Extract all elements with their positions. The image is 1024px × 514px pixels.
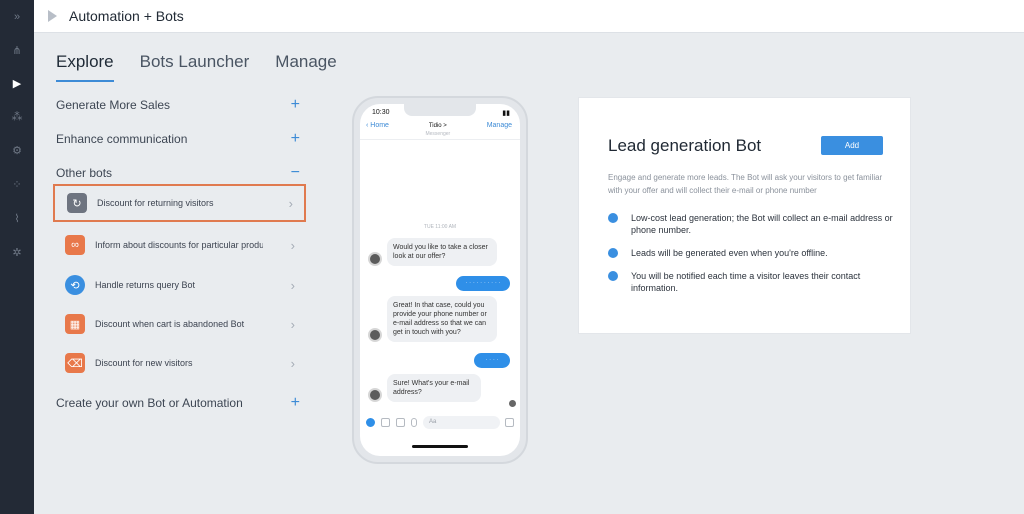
bot-item-inform-discounts[interactable]: ∞ Inform about discounts for particular … xyxy=(53,226,306,264)
bot-label: Handle returns query Bot xyxy=(95,280,196,290)
read-receipt-icon xyxy=(509,400,516,407)
return-icon: ⟲ xyxy=(65,275,85,295)
play-icon xyxy=(48,10,57,22)
gear-icon[interactable]: ⚙ xyxy=(0,140,34,160)
phone-preview: 10:30 ▮▮ ‹ Home Tidio > Messenger Manage… xyxy=(352,96,528,464)
section-label: Generate More Sales xyxy=(56,98,171,112)
bot-detail-card: Lead generation Bot Add Engage and gener… xyxy=(578,97,911,334)
section-enhance-communication[interactable]: Enhance communication + xyxy=(56,131,300,147)
chevron-right-icon: › xyxy=(290,237,295,253)
tab-manage[interactable]: Manage xyxy=(275,52,336,82)
tab-bar: Explore Bots Launcher Manage xyxy=(56,52,363,82)
phone-screen: 10:30 ▮▮ ‹ Home Tidio > Messenger Manage… xyxy=(360,104,520,456)
chat-subtitle: Messenger xyxy=(425,131,451,137)
plus-circle-icon[interactable] xyxy=(366,417,375,427)
user-reply-bubble: · · · · xyxy=(474,353,510,368)
mic-icon[interactable] xyxy=(411,417,417,427)
feature-text: Leads will be generated even when you're… xyxy=(631,248,828,258)
plus-icon[interactable]: + xyxy=(291,97,300,113)
home-indicator xyxy=(412,445,468,448)
add-button[interactable]: Add xyxy=(821,136,883,155)
page-title: Automation + Bots xyxy=(69,8,184,24)
nav-center: Tidio > Messenger xyxy=(425,122,450,138)
avatar xyxy=(368,328,382,342)
bot-item-new-visitors[interactable]: ⌫ Discount for new visitors › xyxy=(53,344,306,382)
bot-title: Lead generation Bot xyxy=(608,136,762,155)
bot-message: Would you like to take a closer look at … xyxy=(368,238,497,266)
bot-description: Engage and generate more leads. The Bot … xyxy=(608,173,883,195)
avatar xyxy=(368,388,382,402)
user-reply-bubble: · · · · · · · · · · xyxy=(456,276,510,291)
tag-icon: ⌫ xyxy=(65,353,85,373)
phone-notch xyxy=(404,104,476,116)
refresh-icon: ↻ xyxy=(67,193,87,213)
message-input[interactable]: Aa xyxy=(423,415,500,429)
avatar xyxy=(368,252,382,266)
bot-item-discount-returning-visitors[interactable]: ↻ Discount for returning visitors › xyxy=(53,184,306,222)
chevron-right-icon: › xyxy=(288,195,293,211)
collapse-icon[interactable]: » xyxy=(0,7,34,27)
chat-name: Tidio > xyxy=(428,123,447,129)
message-composer: Aa xyxy=(360,414,520,430)
section-label: Enhance communication xyxy=(56,132,188,146)
feature-list: Low-cost lead generation; the Bot will c… xyxy=(608,212,893,305)
link-icon: ∞ xyxy=(65,235,85,255)
tab-bots-launcher[interactable]: Bots Launcher xyxy=(140,52,250,82)
bot-label: Discount when cart is abandoned Bot xyxy=(95,319,245,329)
plus-icon[interactable]: + xyxy=(291,131,300,147)
section-create-own-bot[interactable]: Create your own Bot or Automation + xyxy=(56,395,300,411)
nav-manage-link[interactable]: Manage xyxy=(487,122,512,129)
feature-text: You will be notified each time a visitor… xyxy=(631,271,861,293)
bullet-icon xyxy=(608,271,618,281)
bot-label: Inform about discounts for particular pr… xyxy=(95,240,263,250)
section-label: Other bots xyxy=(56,166,113,180)
chevron-right-icon: › xyxy=(290,277,295,293)
feature-item: Leads will be generated even when you're… xyxy=(608,247,893,259)
nav-back-link[interactable]: ‹ Home xyxy=(366,122,389,129)
image-icon[interactable] xyxy=(396,417,405,427)
camera-icon[interactable] xyxy=(381,417,390,427)
messenger-nav: ‹ Home Tidio > Messenger Manage xyxy=(360,118,520,140)
section-label: Create your own Bot or Automation xyxy=(56,396,243,410)
chart-icon[interactable]: ⋔ xyxy=(0,40,34,60)
chevron-right-icon: › xyxy=(290,355,295,371)
chat-timestamp: TUE 11:00 AM xyxy=(423,224,457,230)
stats-icon[interactable]: ⌇ xyxy=(0,208,34,228)
minus-icon[interactable]: − xyxy=(291,165,300,181)
settings-icon[interactable]: ✲ xyxy=(0,242,34,262)
users-icon[interactable]: ⁂ xyxy=(0,106,34,126)
top-bar: Automation + Bots xyxy=(34,0,1024,33)
battery-icon: ▮▮ xyxy=(502,110,510,117)
message-bubble: Would you like to take a closer look at … xyxy=(387,238,497,266)
left-rail: » ⋔ ▶ ⁂ ⚙ ⁘ ⌇ ✲ xyxy=(0,0,34,514)
chevron-right-icon: › xyxy=(290,316,295,332)
bot-item-abandoned-cart[interactable]: ▦ Discount when cart is abandoned Bot › xyxy=(53,305,306,343)
grid-icon: ▦ xyxy=(65,314,85,334)
status-time: 10:30 xyxy=(372,109,390,116)
bot-label: Discount for returning visitors xyxy=(97,198,214,208)
section-generate-more-sales[interactable]: Generate More Sales + xyxy=(56,97,300,113)
bot-label: Discount for new visitors xyxy=(95,358,193,368)
bullet-icon xyxy=(608,213,618,223)
network-icon[interactable]: ⁘ xyxy=(0,174,34,194)
section-other-bots[interactable]: Other bots − xyxy=(56,165,300,181)
feature-item: Low-cost lead generation; the Bot will c… xyxy=(608,212,893,236)
message-bubble: Sure! What's your e-mail address? xyxy=(387,374,481,402)
bot-item-handle-returns[interactable]: ⟲ Handle returns query Bot › xyxy=(53,266,306,304)
bot-message: Sure! What's your e-mail address? xyxy=(368,374,481,402)
message-bubble: Great! In that case, could you provide y… xyxy=(387,296,497,342)
bot-message: Great! In that case, could you provide y… xyxy=(368,296,497,342)
bullet-icon xyxy=(608,248,618,258)
play-icon[interactable]: ▶ xyxy=(0,73,34,93)
plus-icon[interactable]: + xyxy=(291,395,300,411)
feature-item: You will be notified each time a visitor… xyxy=(608,270,893,294)
thumbs-up-icon[interactable] xyxy=(505,417,514,427)
feature-text: Low-cost lead generation; the Bot will c… xyxy=(631,213,893,235)
tab-explore[interactable]: Explore xyxy=(56,52,114,82)
